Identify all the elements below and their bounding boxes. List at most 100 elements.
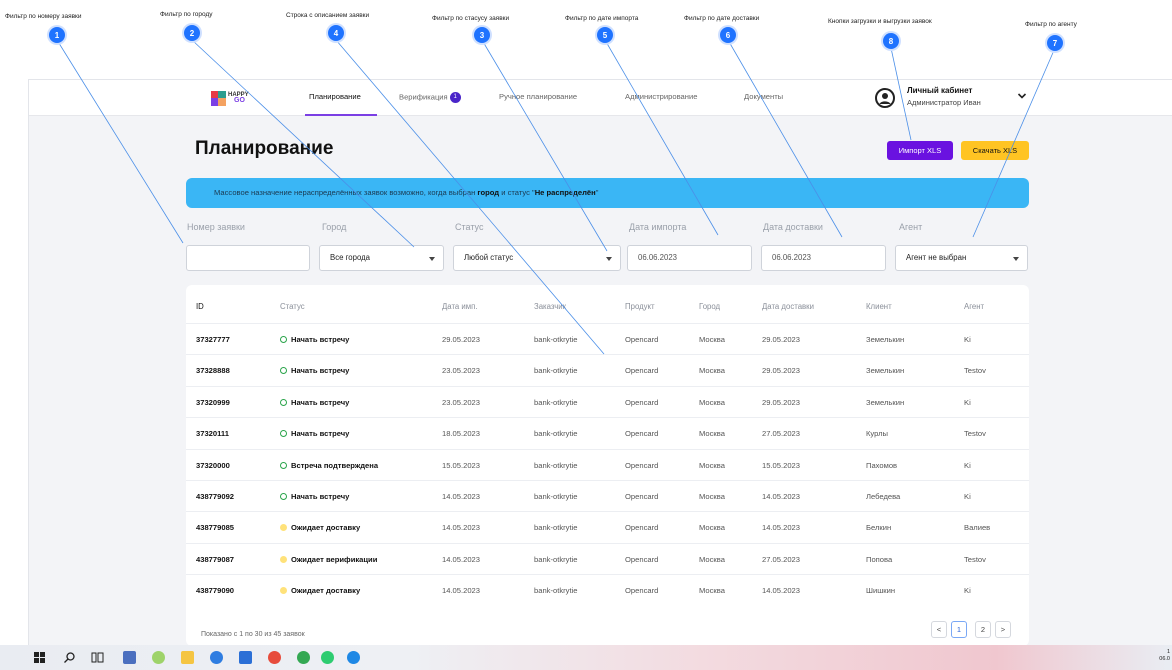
cell-agent: Testov <box>964 429 986 439</box>
cell-product: Opencard <box>625 335 659 344</box>
order-number-input[interactable] <box>186 245 310 271</box>
cell-id: 438779090 <box>196 586 235 596</box>
status-text: Ожидает доставку <box>291 523 361 533</box>
table-row[interactable]: 438779092 Начать встречу 14.05.2023 bank-ot… <box>186 480 1029 511</box>
nav-administration-label: Администрирование <box>625 92 698 101</box>
column-header-customer[interactable]: Заказчик <box>534 302 566 311</box>
column-header-city[interactable]: Город <box>699 302 720 311</box>
app-taskbar-icon[interactable] <box>210 651 223 664</box>
page-1-button[interactable]: 1 <box>951 621 967 638</box>
cell-import-date: 14.05.2023 <box>442 586 481 596</box>
cell-delivery-date: 29.05.2023 <box>762 335 801 344</box>
cell-agent: Ki <box>964 335 971 344</box>
table-row[interactable]: 37327777 Начать встречу 29.05.2023 bank-otk… <box>186 323 1029 354</box>
clock-date: 06.0 <box>1159 656 1170 662</box>
callout-label-2: Фильтр по городу <box>160 11 213 18</box>
delivery-date-input[interactable]: 06.06.2023 <box>761 245 886 271</box>
pagination-summary: Показано с 1 по 30 из 45 заявок <box>201 631 305 638</box>
page-2-button[interactable]: 2 <box>975 621 991 638</box>
task-view-icon[interactable] <box>91 651 104 664</box>
callout-label-5: Фильтр по дате импорта <box>565 15 639 22</box>
cell-city: Москва <box>699 335 725 344</box>
browser-icon[interactable] <box>347 651 360 664</box>
table-row[interactable]: 438779087 Ожидает верификации 14.05.2023 ba… <box>186 542 1029 574</box>
cell-client: Земелькин <box>866 335 905 344</box>
app-taskbar-icon[interactable] <box>152 651 165 664</box>
table-row[interactable]: 37320000 Встреча подтверждена 15.05.2023 ba… <box>186 448 1029 480</box>
filter-city-label: Город <box>322 222 347 232</box>
column-header-import-date[interactable]: Дата имп. <box>442 302 478 311</box>
status-select[interactable]: Любой статус <box>453 245 621 271</box>
agent-select[interactable]: Агент не выбран <box>895 245 1028 271</box>
cell-id: 37320111 <box>196 429 229 439</box>
cell-delivery-date: 27.05.2023 <box>762 554 801 564</box>
cell-status: Встреча подтверждена <box>280 461 378 470</box>
cell-customer: bank-otkrytie <box>534 429 578 439</box>
orders-table: ID Статус Дата имп. Заказчик Продукт Гор… <box>186 285 1029 646</box>
table-row[interactable]: 438779090 Ожидает доставку 14.05.2023 bank-… <box>186 574 1029 605</box>
cell-delivery-date: 29.05.2023 <box>762 366 801 376</box>
cell-status: Ожидает верификации <box>280 555 377 564</box>
cell-import-date: 18.05.2023 <box>442 429 481 439</box>
file-explorer-icon[interactable] <box>181 651 194 664</box>
logo-text: HAPPY GO <box>228 92 249 104</box>
callout-badge-5: 5 <box>597 27 613 43</box>
table-row[interactable]: 37320111 Начать встречу 18.05.2023 bank-otk… <box>186 417 1029 448</box>
whatsapp-icon[interactable] <box>321 651 334 664</box>
export-xls-button[interactable]: Скачать XLS <box>961 141 1029 160</box>
table-row[interactable]: 37320999 Начать встречу 23.05.2023 bank-otk… <box>186 385 1029 417</box>
column-header-status[interactable]: Статус <box>280 302 305 311</box>
callout-badge-4: 4 <box>328 25 344 41</box>
column-header-agent[interactable]: Агент <box>964 302 984 311</box>
status-text: Встреча подтверждена <box>291 460 379 470</box>
chrome-icon[interactable] <box>297 651 310 664</box>
account-title[interactable]: Личный кабинет <box>907 86 972 95</box>
app-taskbar-icon[interactable] <box>239 651 252 664</box>
column-header-id[interactable]: ID <box>196 302 204 311</box>
table-row[interactable]: 37328888 Начать встречу 23.05.2023 bank-otk… <box>186 354 1029 385</box>
nav-manual-planning[interactable]: Ручное планирование <box>499 92 577 101</box>
chevron-down-icon[interactable] <box>1017 91 1027 101</box>
app-taskbar-icon[interactable] <box>123 651 136 664</box>
app-taskbar-icon[interactable] <box>268 651 281 664</box>
next-page-button[interactable]: > <box>995 621 1011 638</box>
nav-verification[interactable]: Верификация 1 <box>399 92 461 103</box>
import-date-input[interactable]: 06.06.2023 <box>627 245 752 271</box>
caret-down-icon <box>429 257 435 261</box>
nav-documents[interactable]: Документы <box>744 92 783 101</box>
cell-import-date: 14.05.2023 <box>442 554 481 564</box>
cell-status: Ожидает доставку <box>280 586 360 595</box>
column-header-client[interactable]: Клиент <box>866 302 892 311</box>
filter-import-date-label: Дата импорта <box>629 222 687 232</box>
cube-logo-icon <box>211 90 226 106</box>
callout-badge-8: 8 <box>883 33 899 49</box>
column-header-delivery-date[interactable]: Дата доставки <box>762 302 814 311</box>
nav-administration[interactable]: Администрирование <box>625 92 697 101</box>
cell-agent: Testov <box>964 554 986 564</box>
import-xls-button[interactable]: Импорт XLS <box>887 141 953 160</box>
cell-import-date: 15.05.2023 <box>442 460 481 470</box>
cell-city: Москва <box>699 523 725 533</box>
cell-city: Москва <box>699 586 725 596</box>
cell-customer: bank-otkrytie <box>534 335 578 344</box>
user-avatar-icon[interactable] <box>875 88 895 108</box>
callout-label-8: Кнопки загрузки и выгрузки заявок <box>828 18 932 25</box>
table-row[interactable]: 438779085 Ожидает доставку 14.05.2023 bank-… <box>186 511 1029 542</box>
happygo-logo[interactable]: HAPPY GO <box>211 86 251 110</box>
cell-client: Попова <box>866 554 893 564</box>
cell-import-date: 23.05.2023 <box>442 366 481 376</box>
status-text: Начать встречу <box>291 335 350 344</box>
search-icon[interactable] <box>63 651 76 664</box>
cell-delivery-date: 14.05.2023 <box>762 523 801 533</box>
prev-page-button[interactable]: < <box>931 621 947 638</box>
callout-badge-1: 1 <box>49 27 65 43</box>
banner-bold-city: город <box>477 188 500 197</box>
callout-label-7: Фильтр по агенту <box>1025 21 1077 28</box>
filter-delivery-date-label: Дата доставки <box>763 222 823 232</box>
windows-start-icon[interactable] <box>33 651 46 664</box>
cell-status: Начать встречу <box>280 492 349 501</box>
city-select-value: Все города <box>330 253 370 262</box>
nav-planning[interactable]: Планирование <box>309 92 361 101</box>
city-select[interactable]: Все города <box>319 245 444 271</box>
column-header-product[interactable]: Продукт <box>625 302 655 311</box>
